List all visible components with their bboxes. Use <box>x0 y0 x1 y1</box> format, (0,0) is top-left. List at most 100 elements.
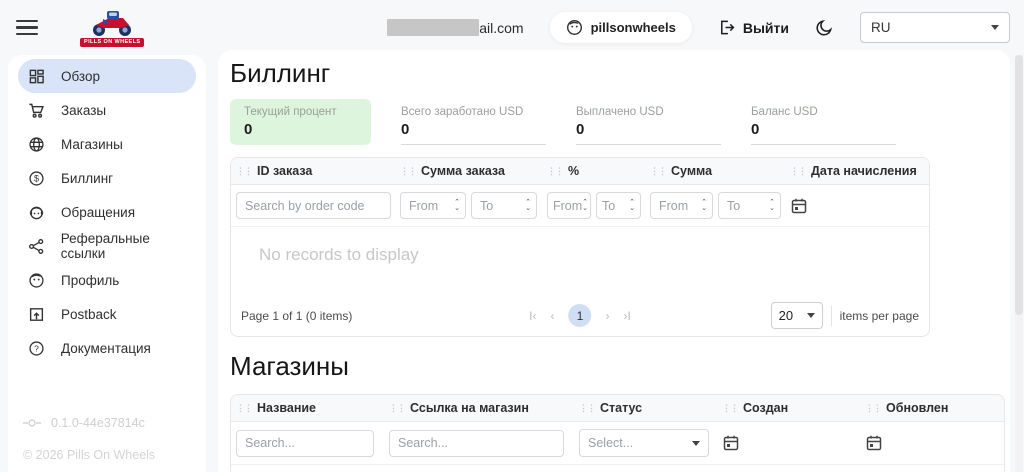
spinner-arrows-icon[interactable]: ⌃⌄ <box>629 200 635 211</box>
column-header-sum[interactable]: ⋮⋮Сумма <box>645 158 785 184</box>
store-name-search-input[interactable] <box>236 430 374 457</box>
stat-label: Текущий процент <box>244 106 357 118</box>
store-table-row[interactable]: Тест Нет активных доменов Inactive 2/3/2… <box>231 465 1004 472</box>
stat-label: Баланс USD <box>751 106 896 118</box>
column-header-name[interactable]: ⋮⋮ Название <box>231 395 384 421</box>
dashboard-icon <box>27 68 46 85</box>
status-select[interactable]: Select... <box>579 429 709 457</box>
column-label: % <box>568 164 579 178</box>
dollar-circle-icon: $ <box>27 170 46 187</box>
stat-balance: Баланс USD 0 <box>751 99 896 145</box>
spinner-arrows-icon[interactable]: ⌃⌄ <box>701 200 707 211</box>
column-header-order-id[interactable]: ⋮⋮ID заказа <box>231 158 395 184</box>
sum-to-input[interactable]: To⌃⌄ <box>718 192 781 219</box>
percent-to-input[interactable]: To⌃⌄ <box>596 192 641 219</box>
email-redaction-block <box>387 19 479 36</box>
drag-handle-icon[interactable]: ⋮⋮ <box>579 404 595 413</box>
store-link-search-input[interactable] <box>389 430 564 457</box>
first-page-button[interactable]: Ι‹ <box>529 309 536 323</box>
column-header-updated[interactable]: ⋮⋮Обновлен <box>860 395 1004 421</box>
current-page-button[interactable]: 1 <box>569 304 592 327</box>
sidebar-item-postback[interactable]: Postback <box>18 297 196 331</box>
order-sum-to-input[interactable]: To⌃⌄ <box>471 192 537 219</box>
help-icon: ? <box>27 340 46 357</box>
sidebar-item-profile[interactable]: Профиль <box>18 263 196 297</box>
drag-handle-icon[interactable]: ⋮⋮ <box>865 404 881 413</box>
sidebar-item-stores[interactable]: Магазины <box>18 127 196 161</box>
calendar-icon[interactable] <box>865 434 883 452</box>
prev-page-button[interactable]: ‹ <box>551 309 555 323</box>
drag-handle-icon[interactable]: ⋮⋮ <box>236 167 252 176</box>
column-label: Ссылка на магазин <box>410 401 529 415</box>
column-label: Статус <box>600 401 642 415</box>
column-header-percent[interactable]: ⋮⋮% <box>542 158 645 184</box>
drag-handle-icon[interactable]: ⋮⋮ <box>547 167 563 176</box>
account-badge[interactable]: pillsonwheels <box>550 12 692 43</box>
calendar-icon[interactable] <box>790 197 808 215</box>
user-email: ail.com <box>387 19 523 36</box>
store-created-cell: 2/3/2026 10:07:45 <box>717 465 860 472</box>
spinner-arrows-icon[interactable]: ⌃⌄ <box>525 200 531 211</box>
sidebar-item-label: Магазины <box>61 137 123 152</box>
commit-icon <box>23 418 41 428</box>
store-status-cell: Inactive <box>574 465 717 472</box>
billing-filter-row: From⌃⌄ To⌃⌄ From⌃⌄ To⌃⌄ From⌃⌄ To⌃⌄ <box>231 185 929 227</box>
account-badge-label: pillsonwheels <box>591 20 676 35</box>
vertical-scrollbar[interactable] <box>1015 55 1023 472</box>
sidebar: Обзор Заказы Магазины $ Биллинг Обращени… <box>8 55 206 472</box>
spinner-arrows-icon[interactable]: ⌃⌄ <box>582 200 588 211</box>
share-icon <box>27 238 46 255</box>
drag-handle-icon[interactable]: ⋮⋮ <box>790 167 806 176</box>
order-code-search-input[interactable] <box>236 192 391 219</box>
dark-mode-moon-icon[interactable] <box>815 18 834 37</box>
page-size-value: 20 <box>779 308 793 323</box>
profile-face-icon <box>27 272 46 289</box>
page-size-select[interactable]: 20 <box>771 302 823 329</box>
percent-from-input[interactable]: From⌃⌄ <box>547 192 591 219</box>
next-page-button[interactable]: › <box>606 309 610 323</box>
logout-button[interactable]: Выйти <box>718 19 789 36</box>
sidebar-item-billing[interactable]: $ Биллинг <box>18 161 196 195</box>
column-header-store-link[interactable]: ⋮⋮ Ссылка на магазин <box>384 395 574 421</box>
column-header-status[interactable]: ⋮⋮ Статус <box>574 395 717 421</box>
sidebar-item-documentation[interactable]: ? Документация <box>18 331 196 365</box>
sidebar-item-referral-links[interactable]: Реферальные ссылки <box>18 229 196 263</box>
column-header-created[interactable]: ⋮⋮Создан <box>717 395 860 421</box>
calendar-icon[interactable] <box>722 434 740 452</box>
hamburger-menu-icon[interactable] <box>16 16 38 40</box>
sidebar-item-overview[interactable]: Обзор <box>18 59 196 93</box>
column-label: Название <box>257 401 316 415</box>
sidebar-item-orders[interactable]: Заказы <box>18 93 196 127</box>
sum-from-input[interactable]: From⌃⌄ <box>650 192 713 219</box>
avatar-face-icon <box>566 19 583 36</box>
column-header-order-sum[interactable]: ⋮⋮Сумма заказа <box>395 158 542 184</box>
drag-handle-icon[interactable]: ⋮⋮ <box>722 404 738 413</box>
spinner-arrows-icon[interactable]: ⌃⌄ <box>454 200 460 211</box>
app-logo[interactable]: PILLS ON WHEELS <box>80 9 144 47</box>
email-suffix: ail.com <box>479 20 523 36</box>
sidebar-item-label: Реферальные ссылки <box>61 231 196 261</box>
sidebar-item-label: Обращения <box>61 205 135 220</box>
spinner-arrows-icon[interactable]: ⌃⌄ <box>769 200 775 211</box>
postback-icon <box>27 306 46 323</box>
drag-handle-icon[interactable]: ⋮⋮ <box>400 167 416 176</box>
stores-table-header: ⋮⋮Название ⋮⋮Ссылка на магазин ⋮⋮Статус … <box>231 395 1004 422</box>
version-text: 0.1.0-44e37814c <box>51 416 145 430</box>
page-summary: Page 1 of 1 (0 items) <box>241 309 352 323</box>
copyright: © 2026 Pills On Wheels <box>23 448 155 462</box>
drag-handle-icon[interactable]: ⋮⋮ <box>236 404 252 413</box>
drag-handle-icon[interactable]: ⋮⋮ <box>650 167 666 176</box>
order-sum-from-input[interactable]: From⌃⌄ <box>400 192 466 219</box>
stat-label: Всего заработано USD <box>401 106 546 118</box>
column-header-accrual-date[interactable]: ⋮⋮Дата начисления <box>785 158 929 184</box>
last-page-button[interactable]: ›Ι <box>624 309 631 323</box>
stat-value: 0 <box>576 121 721 138</box>
stat-value: 0 <box>244 121 357 138</box>
drag-handle-icon[interactable]: ⋮⋮ <box>389 404 405 413</box>
scrollbar-thumb[interactable] <box>1015 55 1023 315</box>
sidebar-item-label: Профиль <box>61 273 119 288</box>
sidebar-item-label: Заказы <box>61 103 106 118</box>
sidebar-item-appeals[interactable]: Обращения <box>18 195 196 229</box>
language-select[interactable]: RU <box>860 12 1010 43</box>
billing-section-title: Биллинг <box>230 58 1010 89</box>
